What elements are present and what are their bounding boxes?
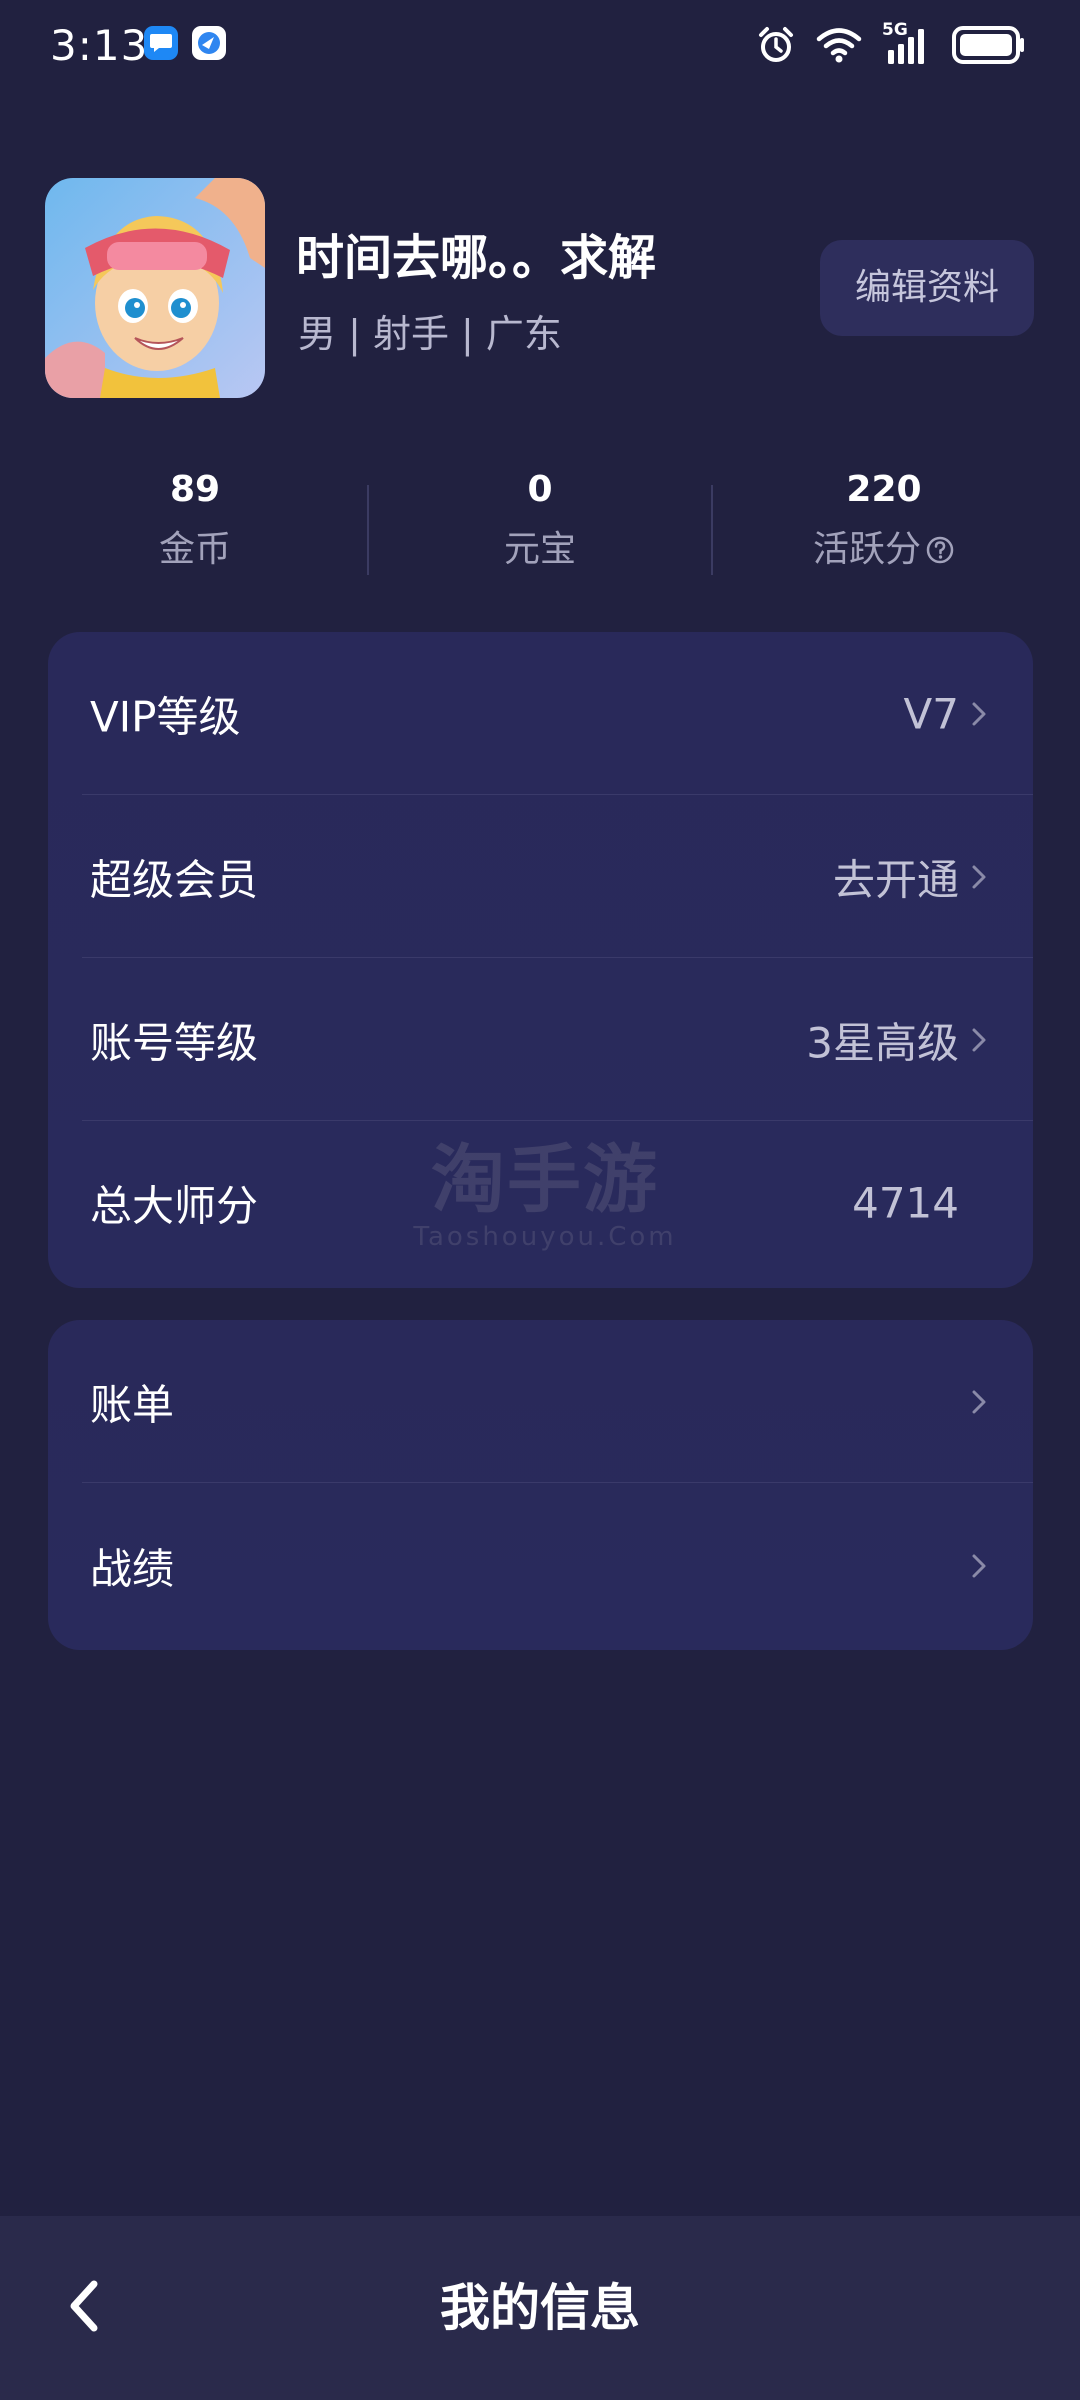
row-super-member[interactable]: 超级会员 去开通 <box>48 795 1033 958</box>
chevron-right-icon <box>972 865 986 888</box>
signal-indicator: 5G <box>882 20 932 66</box>
row-label: 超级会员 <box>90 855 259 904</box>
row-battle-record[interactable]: 战绩 <box>48 1484 1033 1647</box>
status-time: 3:13 <box>50 21 149 70</box>
row-bills[interactable]: 账单 <box>48 1320 1033 1483</box>
records-card: 账单 战绩 <box>48 1320 1033 1650</box>
row-value: 3星高级 <box>806 1018 959 1067</box>
divider <box>82 1482 1033 1483</box>
profile-meta: 男 | 射手 | 广东 <box>298 312 562 356</box>
signal-icon <box>888 29 924 64</box>
status-icons: 5G <box>756 20 1026 68</box>
stat-label: 活跃分 <box>812 529 921 570</box>
row-label: 账号等级 <box>90 1018 259 1067</box>
help-icon[interactable] <box>925 535 955 565</box>
chevron-right-icon <box>972 702 986 725</box>
back-button[interactable] <box>52 2274 116 2338</box>
stat-divider <box>711 485 713 575</box>
stats-row: 89 金币 0 元宝 220 活跃分 <box>45 460 1035 590</box>
battery-icon <box>952 26 1024 64</box>
browser-app-icon <box>192 26 226 60</box>
bottom-bar: 我的信息 <box>0 2216 1080 2400</box>
alarm-icon <box>759 27 793 62</box>
wifi-icon <box>816 28 862 63</box>
status-bar: 3:13 5G <box>0 0 1080 92</box>
row-vip-level[interactable]: VIP等级 V7 <box>48 632 1033 795</box>
chevron-right-icon <box>972 1028 986 1051</box>
profile-name: 时间去哪。。求解 <box>296 230 657 286</box>
row-account-level[interactable]: 账号等级 3星高级 <box>48 958 1033 1121</box>
row-label: 战绩 <box>90 1544 175 1593</box>
stat-value: 220 <box>846 469 922 510</box>
row-value: 4714 <box>852 1178 959 1227</box>
stat-value: 0 <box>527 469 553 510</box>
row-label: VIP等级 <box>90 692 241 741</box>
stat-label: 金币 <box>158 529 231 570</box>
row-label: 账单 <box>90 1380 175 1429</box>
row-value: V7 <box>903 689 959 738</box>
chevron-right-icon <box>972 1554 986 1577</box>
row-label: 总大师分 <box>90 1181 259 1230</box>
message-app-icon <box>144 26 178 60</box>
stat-ingots[interactable]: 0 元宝 <box>390 460 690 580</box>
avatar[interactable] <box>45 178 265 398</box>
stat-activity[interactable]: 220 活跃分 <box>734 460 1034 580</box>
chevron-right-icon <box>972 1390 986 1413</box>
page-title: 我的信息 <box>440 2279 640 2337</box>
watermark-main: 淘手游 <box>431 1137 659 1223</box>
stat-value: 89 <box>169 469 221 510</box>
watermark: 淘手游 Taoshouyou.Com <box>400 1140 690 1254</box>
stat-coins[interactable]: 89 金币 <box>45 460 345 580</box>
chevron-left-icon <box>70 2280 98 2332</box>
stat-divider <box>367 485 369 575</box>
row-value: 去开通 <box>832 855 959 904</box>
watermark-sub: Taoshouyou.Com <box>413 1222 677 1252</box>
stat-label: 元宝 <box>503 529 576 570</box>
stat-label-wrap: 活跃分 <box>813 520 955 580</box>
edit-profile-button[interactable]: 编辑资料 <box>820 240 1034 336</box>
